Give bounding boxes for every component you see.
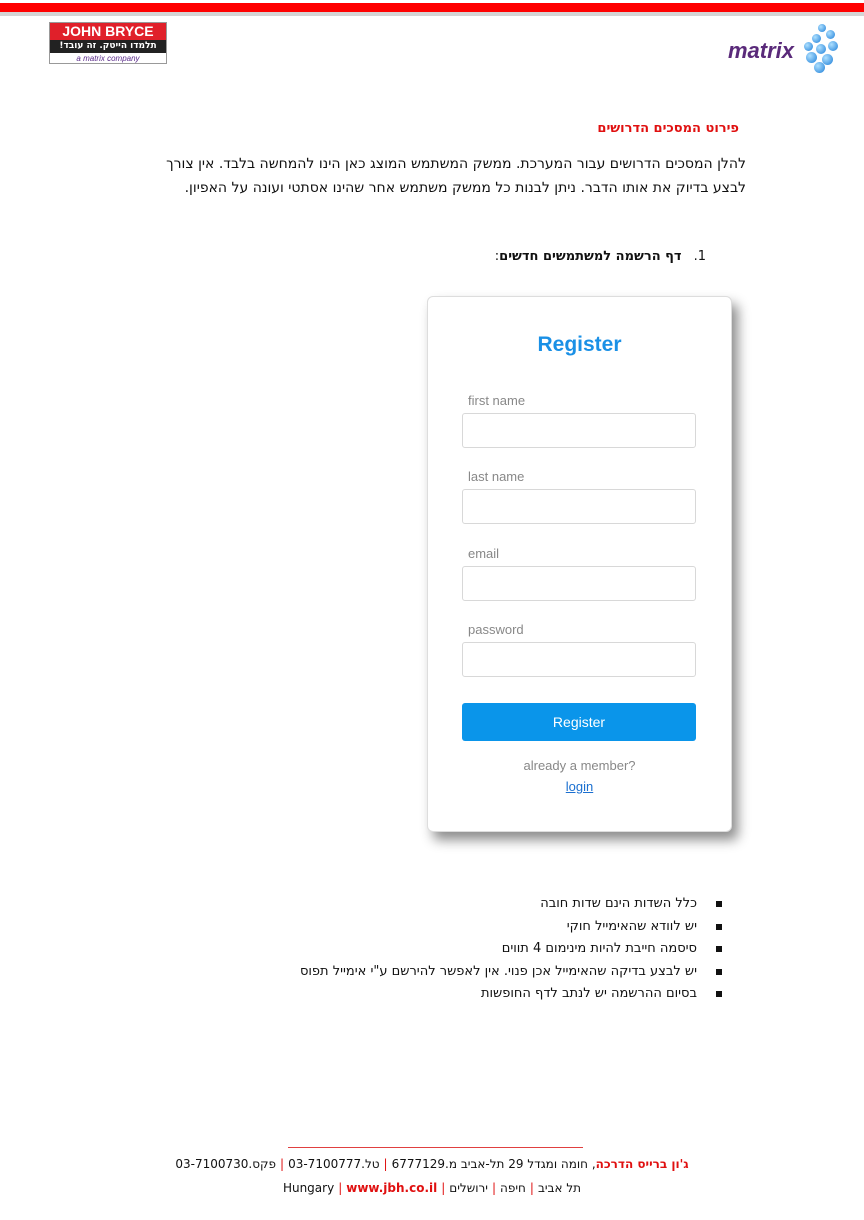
already-member-text: already a member?	[523, 758, 636, 773]
footer-city: תל אביב	[537, 1181, 582, 1195]
footer-contact: ג'ון ברייס הדרכה, חומה ומגדל 29 תל-אביב …	[175, 1157, 689, 1171]
register-form-screenshot: Register first name last name email pass…	[427, 296, 732, 832]
login-link[interactable]: login	[428, 779, 731, 794]
matrix-logo-text: matrix	[728, 38, 795, 63]
first-name-label: first name	[468, 393, 526, 408]
logo-slogan: תלמדו הייטק. זה עובד!	[50, 40, 166, 53]
footer-divider	[288, 1147, 583, 1148]
footer-city: חיפה	[500, 1181, 526, 1195]
list-item: בסיום ההרשמה יש לנתב לדף החופשות	[300, 983, 724, 1006]
footer-locations: תל אביב|חיפה|ירושלים|Hungary | www.jbh.co.…	[282, 1181, 582, 1195]
intro-paragraph: להלן המסכים הדרושים עבור המערכת. ממשק המ…	[166, 156, 746, 196]
list-item: יש לוודא שהאימייל חוקי	[300, 916, 724, 939]
list-item: כלל השדות הינם שדות חובה	[300, 893, 724, 916]
section-heading: פירוט המסכים הדרושים	[597, 121, 739, 136]
john-bryce-logo: JOHN BRYCE תלמדו הייטק. זה עובד! a matri…	[49, 22, 167, 64]
last-name-input[interactable]	[462, 489, 696, 524]
numbered-item: 1.דף הרשמה למשתמשים חדשים:	[494, 249, 706, 264]
item-title: דף הרשמה למשתמשים חדשים	[499, 249, 682, 264]
requirements-list: כלל השדות הינם שדות חובה יש לוודא שהאימי…	[300, 893, 724, 1006]
footer-website-link[interactable]: www.jbh.co.il	[346, 1181, 437, 1195]
password-label: password	[468, 622, 524, 637]
logo-subtitle: a matrix company	[76, 54, 140, 63]
register-button[interactable]: Register	[462, 703, 696, 741]
password-input[interactable]	[462, 642, 696, 677]
list-item: יש לבצע בדיקה שהאימייל אכן פנוי. אין לאפ…	[300, 961, 724, 984]
list-item: סיסמה חייבת להיות מינימום 4 תווים	[300, 938, 724, 961]
footer-city: Hungary	[282, 1181, 335, 1195]
first-name-input[interactable]	[462, 413, 696, 448]
footer-city: ירושלים	[449, 1181, 488, 1195]
footer-address: , חומה ומגדל 29 תל-אביב מ.6777129	[391, 1157, 596, 1171]
item-number: 1.	[693, 249, 706, 264]
footer-company: ג'ון ברייס הדרכה	[595, 1157, 689, 1171]
footer-fax: פקס.03-7100730	[175, 1157, 277, 1171]
email-label: email	[468, 546, 500, 561]
header-red-bar	[0, 3, 864, 12]
email-input[interactable]	[462, 566, 696, 601]
logo-text: JOHN BRYCE	[50, 23, 166, 40]
footer-phone: טל.03-7100777	[288, 1157, 380, 1171]
register-title: Register	[537, 333, 622, 356]
header-gray-bar	[0, 12, 864, 16]
last-name-label: last name	[468, 469, 525, 484]
matrix-logo: matrix	[728, 24, 838, 74]
